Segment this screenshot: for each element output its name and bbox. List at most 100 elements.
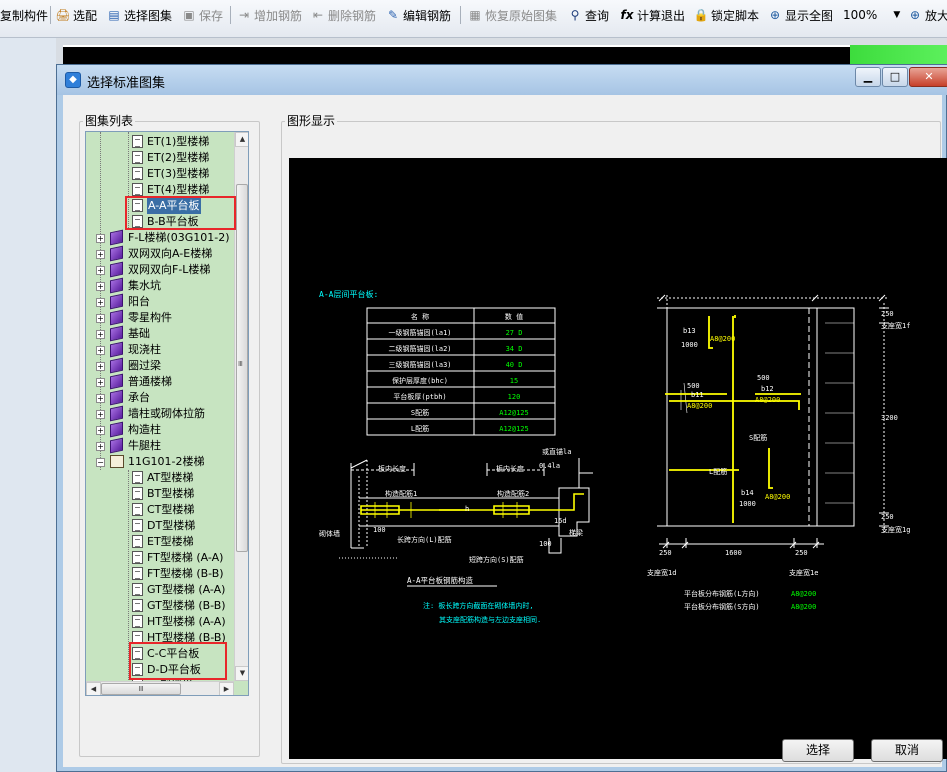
tree-item[interactable]: + 墙柱或砌体拉筋: [86, 405, 234, 422]
query-button[interactable]: ⚲ 查询: [567, 0, 609, 30]
calc-exit-button[interactable]: fx 计算退出: [619, 0, 686, 30]
book-icon: [110, 389, 123, 406]
h-scroll-grip: Ⅲ: [138, 685, 144, 693]
document-icon: [132, 167, 143, 180]
expand-icon[interactable]: +: [96, 442, 105, 451]
copy-component-button[interactable]: 复制构件: [0, 0, 48, 30]
tree-item[interactable]: CT型楼梯: [86, 502, 234, 518]
expand-icon[interactable]: +: [96, 346, 105, 355]
zoom-select[interactable]: 100% ▼: [843, 0, 900, 30]
show-full-button[interactable]: ⊕ 显示全图: [767, 0, 833, 30]
document-icon: [132, 503, 143, 516]
tree-item[interactable]: + 现浇柱: [86, 341, 234, 358]
tree-item[interactable]: GT型楼梯 (A-A): [86, 582, 234, 598]
tree-item[interactable]: HT型楼梯 (A-A): [86, 614, 234, 630]
tree-horizontal-scrollbar[interactable]: ◀ Ⅲ ▶: [86, 681, 234, 695]
expand-icon[interactable]: +: [96, 234, 105, 243]
tree-item[interactable]: + 集水坑: [86, 277, 234, 294]
lock-icon: 🔒: [693, 8, 709, 22]
calc-exit-label: 计算退出: [637, 8, 686, 23]
table-cell: 名 称: [411, 312, 429, 321]
table-cell: 二级钢筋锚固(la2): [388, 344, 451, 353]
plan-l-rebar: L配筋: [709, 467, 727, 476]
document-icon: [132, 471, 143, 484]
tree-item[interactable]: + 双网双向F-L楼梯: [86, 261, 234, 278]
tree-vertical-scrollbar[interactable]: ▲ Ⅲ ▼: [234, 132, 248, 681]
expand-icon[interactable]: +: [96, 426, 105, 435]
plan-dim-500-a: 500: [687, 382, 700, 390]
tree-item[interactable]: + 圈过梁: [86, 357, 234, 374]
lock-script-button[interactable]: 🔒 锁定脚本: [693, 0, 760, 30]
application-window: { "toolbar": { "copy_component": "复制构件",…: [0, 0, 947, 772]
expand-icon[interactable]: +: [96, 330, 105, 339]
delete-rebar-button[interactable]: ⇤ 删除钢筋: [310, 0, 376, 30]
tree-item[interactable]: + F-L楼梯(03G101-2): [86, 229, 234, 246]
expand-icon[interactable]: +: [96, 394, 105, 403]
tree-item[interactable]: GT型楼梯 (B-B): [86, 598, 234, 614]
save-button[interactable]: ▣ 保存: [181, 0, 223, 30]
straight-anchor-label: 或直锚la: [542, 447, 571, 456]
expand-icon[interactable]: +: [96, 298, 105, 307]
tree-item[interactable]: ET型楼梯: [86, 534, 234, 550]
edit-rebar-button[interactable]: ✎ 编辑钢筋: [385, 0, 451, 30]
tree-item[interactable]: ET(3)型楼梯: [86, 166, 234, 182]
add-rebar-button[interactable]: ⇥ 增加钢筋: [236, 0, 302, 30]
scroll-up-icon[interactable]: ▲: [235, 132, 248, 147]
document-icon: [132, 599, 143, 612]
tree-item[interactable]: + 普通楼梯: [86, 373, 234, 390]
tree-item[interactable]: + 承台: [86, 389, 234, 406]
tree-item[interactable]: + 双网双向A-E楼梯: [86, 245, 234, 262]
expand-icon[interactable]: +: [96, 282, 105, 291]
zoom-in-button[interactable]: ⊕ 放大: [907, 0, 947, 30]
tree-item[interactable]: ET(1)型楼梯: [86, 134, 234, 150]
tree-item[interactable]: + 阳台: [86, 293, 234, 310]
plan-dim-1000-b: 1000: [739, 500, 756, 508]
tree-item[interactable]: AT型楼梯: [86, 470, 234, 486]
tree-item[interactable]: + 构造柱: [86, 421, 234, 438]
tree-item[interactable]: + 基础: [86, 325, 234, 342]
close-button[interactable]: ✕: [909, 67, 947, 87]
tree-item[interactable]: FT型楼梯 (A-A): [86, 550, 234, 566]
collapse-icon[interactable]: −: [96, 458, 105, 467]
tree-item[interactable]: DT型楼梯: [86, 518, 234, 534]
pick-button[interactable]: 🖨 选配: [55, 0, 97, 30]
plan-dim-250-left: 250: [659, 549, 672, 557]
h-scroll-thumb[interactable]: Ⅲ: [101, 683, 181, 695]
scroll-thumb[interactable]: Ⅲ: [236, 184, 248, 552]
tree-item-label: 普通楼梯: [128, 375, 172, 388]
zoom-full-icon: ⊕: [769, 8, 781, 22]
expand-icon[interactable]: +: [96, 378, 105, 387]
tree-item[interactable]: FT型楼梯 (B-B): [86, 566, 234, 582]
lock-script-label: 锁定脚本: [711, 8, 760, 23]
tree-item[interactable]: BT型楼梯: [86, 486, 234, 502]
cancel-button[interactable]: 取消: [871, 739, 943, 762]
expand-icon[interactable]: +: [96, 362, 105, 371]
tree-item[interactable]: ET(2)型楼梯: [86, 150, 234, 166]
tree-item-label: 承台: [128, 391, 150, 404]
chevron-down-icon: ▼: [893, 10, 901, 20]
tree-item[interactable]: − 11G101-2楼梯: [86, 454, 234, 470]
restore-original-button[interactable]: ▦ 恢复原始图集: [467, 0, 557, 30]
plan-a8-3: A8@200: [755, 396, 780, 404]
select-atlas-button[interactable]: ▤ 选择图集: [106, 0, 172, 30]
hook-15d-label: 15d: [554, 517, 567, 525]
scroll-right-icon[interactable]: ▶: [219, 682, 234, 695]
minimize-button[interactable]: ▁: [855, 67, 881, 87]
tree-item-label: 集水坑: [128, 279, 161, 292]
scroll-left-icon[interactable]: ◀: [86, 682, 101, 695]
dialog-titlebar[interactable]: ◆ 选择标准图集 ▁ □ ✕: [57, 65, 947, 95]
tree-item-label: F-L楼梯(03G101-2): [128, 231, 230, 244]
scroll-down-icon[interactable]: ▼: [235, 666, 248, 681]
maximize-button[interactable]: □: [882, 67, 908, 87]
expand-icon[interactable]: +: [96, 410, 105, 419]
expand-icon[interactable]: +: [96, 250, 105, 259]
plan-support-1d: 支座宽1d: [647, 568, 676, 577]
expand-icon[interactable]: +: [96, 314, 105, 323]
plan-dim-1600: 1600: [725, 549, 742, 557]
select-button[interactable]: 选择: [782, 739, 854, 762]
table-cell: 保护层厚度(bhc): [392, 376, 448, 385]
tree-item[interactable]: + 牛腿柱: [86, 437, 234, 454]
save-label: 保存: [199, 8, 224, 23]
expand-icon[interactable]: +: [96, 266, 105, 275]
tree-item[interactable]: + 零星构件: [86, 309, 234, 326]
